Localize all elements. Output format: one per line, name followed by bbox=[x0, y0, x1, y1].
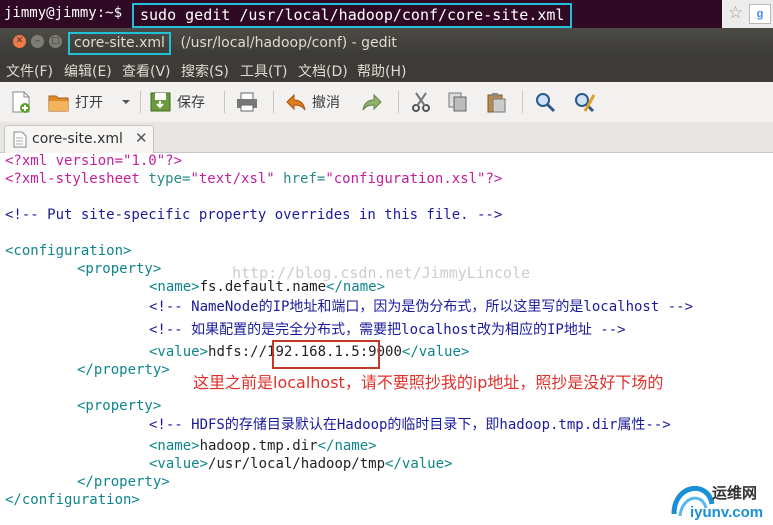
bookmark-star-icon[interactable]: ☆ bbox=[728, 3, 743, 23]
print-button[interactable] bbox=[235, 89, 259, 115]
window-title-filename: core-site.xml bbox=[68, 32, 171, 55]
window-title-path: (/usr/local/hadoop/conf) - gedit bbox=[176, 35, 397, 51]
code-line: <property> bbox=[77, 261, 162, 277]
menu-search[interactable]: 搜索(S) bbox=[181, 61, 229, 81]
toolbar-separator bbox=[273, 91, 274, 113]
ip-highlight-box bbox=[272, 340, 380, 369]
code-comment: <!-- Put site-specific property override… bbox=[5, 207, 503, 223]
code-line: </property> bbox=[77, 474, 170, 490]
close-window-icon[interactable]: ✕ bbox=[13, 35, 26, 48]
search-icon bbox=[536, 93, 556, 113]
terminal-command: sudo gedit /usr/local/hadoop/conf/core-s… bbox=[132, 3, 573, 28]
code-line: <name>hadoop.tmp.dir</name> bbox=[149, 438, 377, 454]
code-comment: <!-- 如果配置的是完全分布式，需要把localhost改为相应的IP地址 -… bbox=[149, 322, 626, 338]
annotation-note: 这里之前是localhost，请不要照抄我的ip地址，照抄是没好下场的 bbox=[193, 373, 664, 392]
toolbar-separator bbox=[398, 91, 399, 113]
code-line: <?xml version="1.0"?> bbox=[5, 153, 183, 169]
code-line: <?xml-stylesheet type="text/xsl" href="c… bbox=[5, 171, 503, 187]
find-replace-button[interactable] bbox=[573, 89, 597, 115]
paste-button[interactable] bbox=[484, 89, 508, 115]
menu-documents[interactable]: 文档(D) bbox=[298, 61, 348, 81]
open-label: 打开 bbox=[75, 95, 103, 111]
toolbar-separator bbox=[522, 91, 523, 113]
menu-tools[interactable]: 工具(T) bbox=[240, 61, 287, 81]
redo-button[interactable] bbox=[360, 89, 384, 115]
copy-icon bbox=[448, 92, 467, 112]
menu-view[interactable]: 查看(V) bbox=[122, 61, 171, 81]
code-line: <property> bbox=[77, 398, 162, 414]
code-line: <configuration> bbox=[5, 243, 132, 259]
code-comment: <!-- NameNode的IP地址和端口，因为是伪分布式，所以这里写的是loc… bbox=[149, 299, 694, 315]
logo-text-cn: 运维网 bbox=[712, 484, 758, 502]
undo-arrow-icon bbox=[286, 93, 306, 111]
terminal-prompt: jimmy@jimmy:~$ bbox=[4, 5, 123, 21]
new-document-icon bbox=[12, 91, 30, 113]
paste-clipboard-icon bbox=[487, 93, 506, 113]
new-document-button[interactable] bbox=[10, 89, 32, 115]
blog-watermark: http://blog.csdn.net/JimmyLincole bbox=[232, 264, 531, 282]
close-tab-icon[interactable]: ✕ bbox=[135, 129, 148, 147]
code-comment: <!-- HDFS的存储目录默认在Hadoop的临时目录下，即hadoop.tm… bbox=[149, 417, 671, 433]
chevron-down-icon bbox=[122, 100, 130, 104]
undo-button[interactable]: 撤消 bbox=[284, 89, 340, 115]
save-icon bbox=[150, 92, 171, 112]
code-line: </configuration> bbox=[5, 492, 140, 508]
google-search-icon[interactable]: g bbox=[749, 4, 771, 24]
redo-arrow-icon bbox=[362, 93, 382, 111]
gedit-titlebar[interactable]: ✕ – □ core-site.xml (/usr/local/hadoop/c… bbox=[0, 28, 773, 56]
toolbar-separator bbox=[140, 91, 141, 113]
cut-button[interactable] bbox=[409, 89, 433, 115]
save-button[interactable]: 保存 bbox=[149, 89, 205, 115]
open-button[interactable]: 打开 bbox=[47, 89, 103, 115]
scissors-icon bbox=[412, 92, 430, 112]
code-line: <value>/usr/local/hadoop/tmp</value> bbox=[149, 456, 453, 472]
toolbar: 打开 保存 撤消 bbox=[0, 82, 773, 123]
open-recent-dropdown[interactable] bbox=[121, 89, 131, 115]
undo-label: 撤消 bbox=[312, 95, 340, 111]
maximize-window-icon[interactable]: □ bbox=[49, 35, 62, 48]
tab-label: core-site.xml bbox=[32, 131, 123, 147]
terminal-window[interactable]: jimmy@jimmy:~$ sudo gedit /usr/local/had… bbox=[0, 0, 773, 28]
menu-help[interactable]: 帮助(H) bbox=[357, 61, 406, 81]
open-folder-icon bbox=[48, 95, 69, 112]
tab-core-site-xml[interactable]: core-site.xml ✕ bbox=[4, 125, 154, 153]
toolbar-separator bbox=[224, 91, 225, 113]
copy-button[interactable] bbox=[446, 89, 470, 115]
save-label: 保存 bbox=[177, 95, 205, 111]
find-button[interactable] bbox=[534, 89, 558, 115]
menu-edit[interactable]: 编辑(E) bbox=[64, 61, 112, 81]
code-line: </property> bbox=[77, 362, 170, 378]
menu-bar: 文件(F) 编辑(E) 查看(V) 搜索(S) 工具(T) 文档(D) 帮助(H… bbox=[0, 56, 773, 82]
find-replace-icon bbox=[575, 93, 596, 113]
document-tab-bar: core-site.xml ✕ bbox=[0, 122, 773, 153]
logo-text-en: iyunv.com bbox=[690, 504, 764, 521]
text-file-icon bbox=[13, 131, 27, 148]
browser-bar-fragment: ☆ g bbox=[722, 0, 773, 28]
printer-icon bbox=[237, 92, 257, 112]
minimize-window-icon[interactable]: – bbox=[31, 35, 44, 48]
menu-file[interactable]: 文件(F) bbox=[6, 61, 53, 81]
